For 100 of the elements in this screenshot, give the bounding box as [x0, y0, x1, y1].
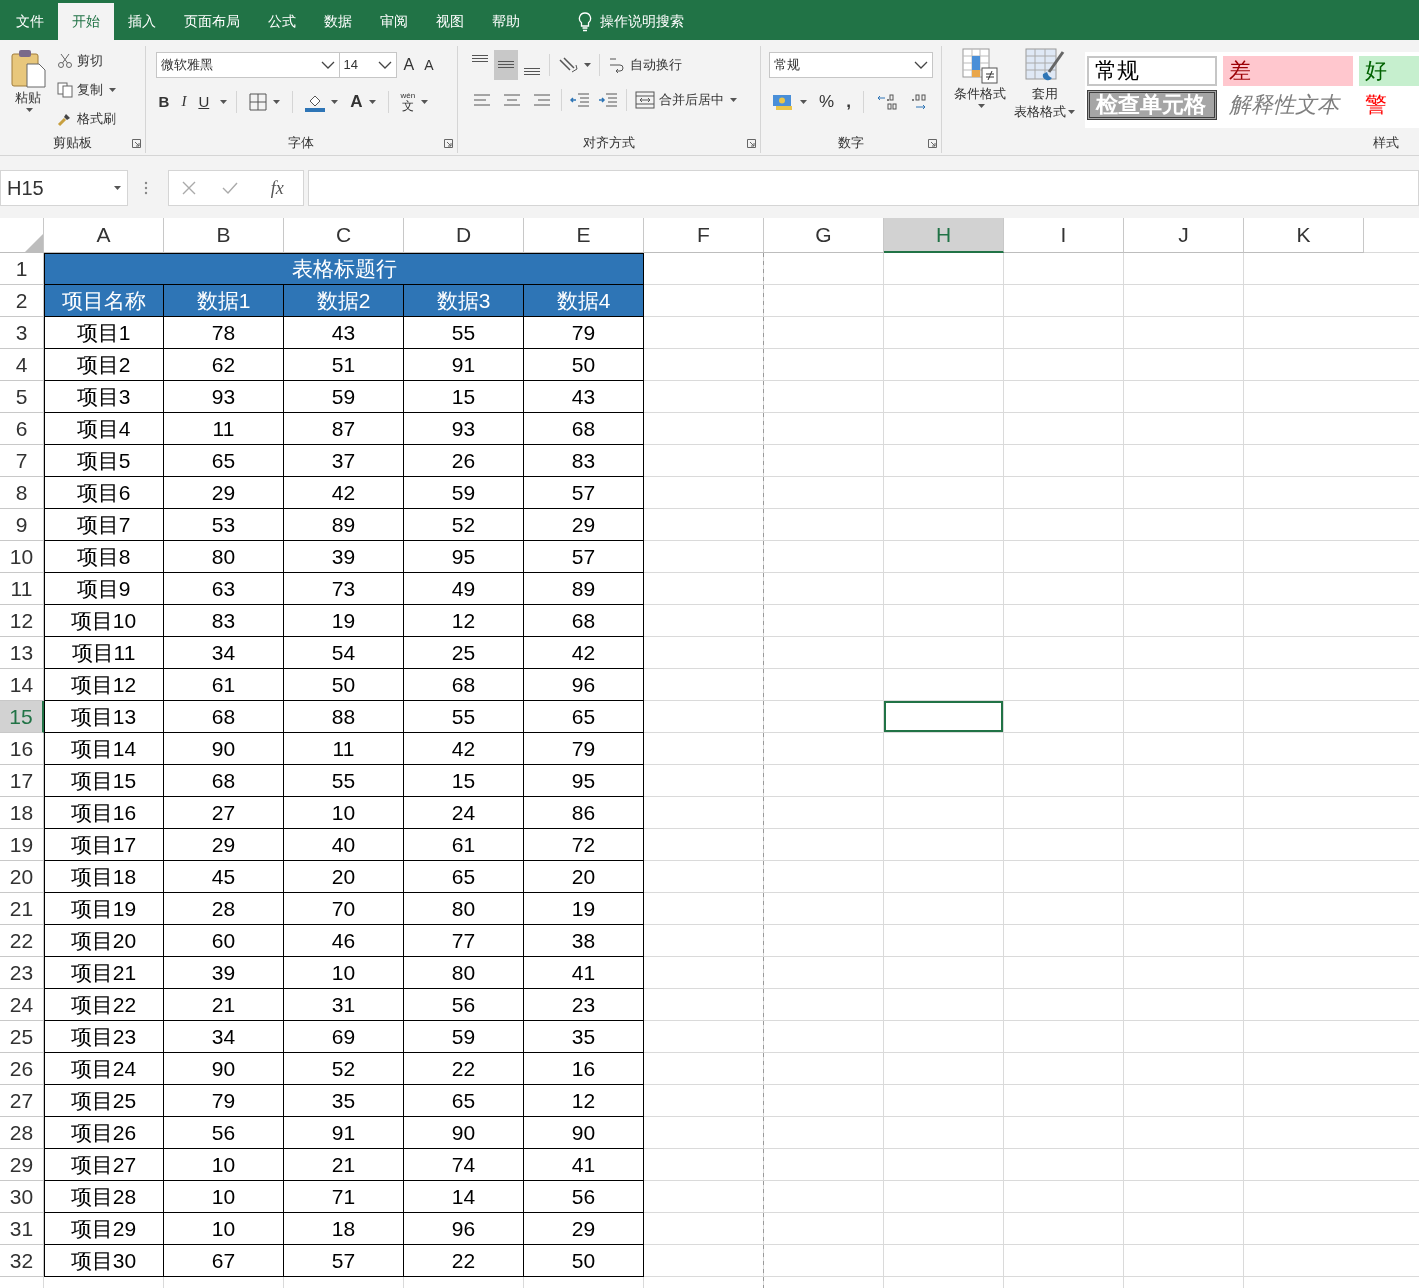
ribbon-tab[interactable]: 文件 — [2, 3, 58, 40]
cell-style-option[interactable]: 差 — [1223, 56, 1353, 86]
row-header[interactable]: 22 — [0, 925, 44, 957]
align-button[interactable] — [494, 49, 519, 80]
check-icon[interactable] — [222, 181, 239, 195]
ribbon-tab[interactable]: 审阅 — [366, 3, 422, 40]
comma-button[interactable]: , — [843, 89, 854, 114]
row-header[interactable]: 17 — [0, 765, 44, 797]
row-header[interactable]: 18 — [0, 797, 44, 829]
column-header[interactable]: H — [884, 218, 1004, 253]
cell-style-option[interactable]: 常规 — [1087, 56, 1217, 86]
conditional-format-button[interactable]: 条件格式 — [950, 46, 1010, 133]
column-header[interactable]: J — [1124, 218, 1244, 253]
paste-button[interactable]: 粘贴 — [6, 46, 50, 133]
column-header[interactable]: I — [1004, 218, 1124, 253]
column-header[interactable]: K — [1244, 218, 1364, 253]
column-header[interactable]: E — [524, 218, 644, 253]
row-header[interactable]: 26 — [0, 1053, 44, 1085]
search-hint[interactable]: 操作说明搜索 — [600, 12, 684, 31]
bold-button[interactable]: B — [155, 91, 173, 112]
row-header[interactable]: 32 — [0, 1245, 44, 1277]
italic-button[interactable]: I — [178, 91, 190, 112]
cell-style-option[interactable]: 好 — [1359, 56, 1419, 86]
phonetic-button[interactable]: wén 文 — [397, 89, 432, 114]
small-button[interactable]: 剪切 — [54, 46, 119, 75]
row-header[interactable]: 28 — [0, 1117, 44, 1149]
row-header[interactable]: 8 — [0, 477, 44, 509]
row-header[interactable]: 27 — [0, 1085, 44, 1117]
column-header[interactable]: A — [44, 218, 164, 253]
row-header[interactable]: 14 — [0, 669, 44, 701]
shrink-font-button[interactable]: A — [421, 54, 437, 75]
ribbon-tab[interactable]: 数据 — [310, 3, 366, 40]
row-header[interactable]: 15 — [0, 701, 44, 733]
caret-icon[interactable] — [368, 99, 376, 104]
column-header[interactable]: F — [644, 218, 764, 253]
column-header[interactable]: C — [284, 218, 404, 253]
format-as-table-button[interactable]: 套用 表格格式 — [1010, 46, 1079, 133]
font-color-button[interactable]: A — [347, 89, 379, 114]
caret-icon[interactable] — [800, 99, 808, 104]
caret-icon[interactable] — [220, 99, 228, 104]
row-header[interactable]: 13 — [0, 637, 44, 669]
underline-button[interactable]: U — [195, 91, 213, 112]
name-box[interactable]: H15 — [0, 170, 128, 206]
caret-icon[interactable] — [977, 104, 985, 109]
row-header[interactable]: 29 — [0, 1149, 44, 1181]
row-header[interactable]: 5 — [0, 381, 44, 413]
caret-icon[interactable] — [331, 99, 339, 104]
drag-handle-icon[interactable] — [144, 181, 148, 195]
row-header[interactable]: 12 — [0, 605, 44, 637]
merge-center-button[interactable]: 合并后居中 — [632, 88, 741, 111]
ribbon-tab[interactable]: 公式 — [254, 3, 310, 40]
small-button[interactable]: 复制 — [54, 75, 119, 104]
row-header[interactable]: 6 — [0, 413, 44, 445]
column-header[interactable]: B — [164, 218, 284, 253]
column-header[interactable]: G — [764, 218, 884, 253]
row-header[interactable]: 25 — [0, 1021, 44, 1053]
caret-icon[interactable] — [421, 99, 429, 104]
font-name-field[interactable]: 微软雅黑 — [155, 51, 340, 78]
wrap-text-button[interactable]: 自动换行 — [605, 53, 686, 76]
dialog-launcher-icon[interactable] — [928, 139, 937, 148]
caret-icon[interactable] — [584, 62, 592, 67]
small-button[interactable]: 格式刷 — [54, 104, 119, 133]
grow-font-button[interactable]: A — [400, 53, 418, 76]
row-header[interactable]: 10 — [0, 541, 44, 573]
row-header[interactable]: 7 — [0, 445, 44, 477]
row-header[interactable]: 30 — [0, 1181, 44, 1213]
dialog-launcher-icon[interactable] — [747, 139, 757, 148]
row-header[interactable]: 1 — [0, 253, 44, 285]
row-header[interactable]: 9 — [0, 509, 44, 541]
caret-icon[interactable] — [25, 108, 33, 113]
ribbon-tab[interactable]: 开始 — [58, 3, 114, 40]
dialog-launcher-icon[interactable] — [131, 139, 141, 148]
ribbon-tab[interactable]: 视图 — [422, 3, 478, 40]
number-format-field[interactable]: 常规 — [769, 51, 934, 78]
caret-icon[interactable] — [114, 186, 121, 190]
insert-function-button[interactable]: fx — [264, 176, 290, 200]
row-header[interactable]: 16 — [0, 733, 44, 765]
row-header[interactable]: 4 — [0, 349, 44, 381]
ribbon-tab[interactable]: 页面布局 — [170, 3, 254, 40]
selected-cell[interactable] — [884, 701, 1004, 733]
row-header[interactable]: 24 — [0, 989, 44, 1021]
percent-button[interactable]: % — [816, 89, 838, 114]
row-header[interactable]: 11 — [0, 573, 44, 605]
formula-input[interactable] — [308, 170, 1419, 206]
caret-icon[interactable] — [273, 99, 281, 104]
caret-icon[interactable] — [109, 87, 116, 92]
row-header[interactable]: 23 — [0, 957, 44, 989]
ribbon-tab[interactable]: 帮助 — [478, 3, 534, 40]
row-header[interactable]: 2 — [0, 285, 44, 317]
row-header[interactable]: 20 — [0, 861, 44, 893]
row-header[interactable]: 21 — [0, 893, 44, 925]
caret-icon[interactable] — [730, 97, 738, 102]
dialog-launcher-icon[interactable] — [444, 139, 454, 148]
column-header[interactable]: D — [404, 218, 524, 253]
row-header[interactable]: 19 — [0, 829, 44, 861]
caret-icon[interactable] — [1068, 110, 1075, 115]
row-header[interactable]: 31 — [0, 1213, 44, 1245]
font-size-field[interactable]: 14 — [338, 51, 397, 78]
ribbon-tab[interactable]: 插入 — [114, 3, 170, 40]
row-header[interactable]: 3 — [0, 317, 44, 349]
